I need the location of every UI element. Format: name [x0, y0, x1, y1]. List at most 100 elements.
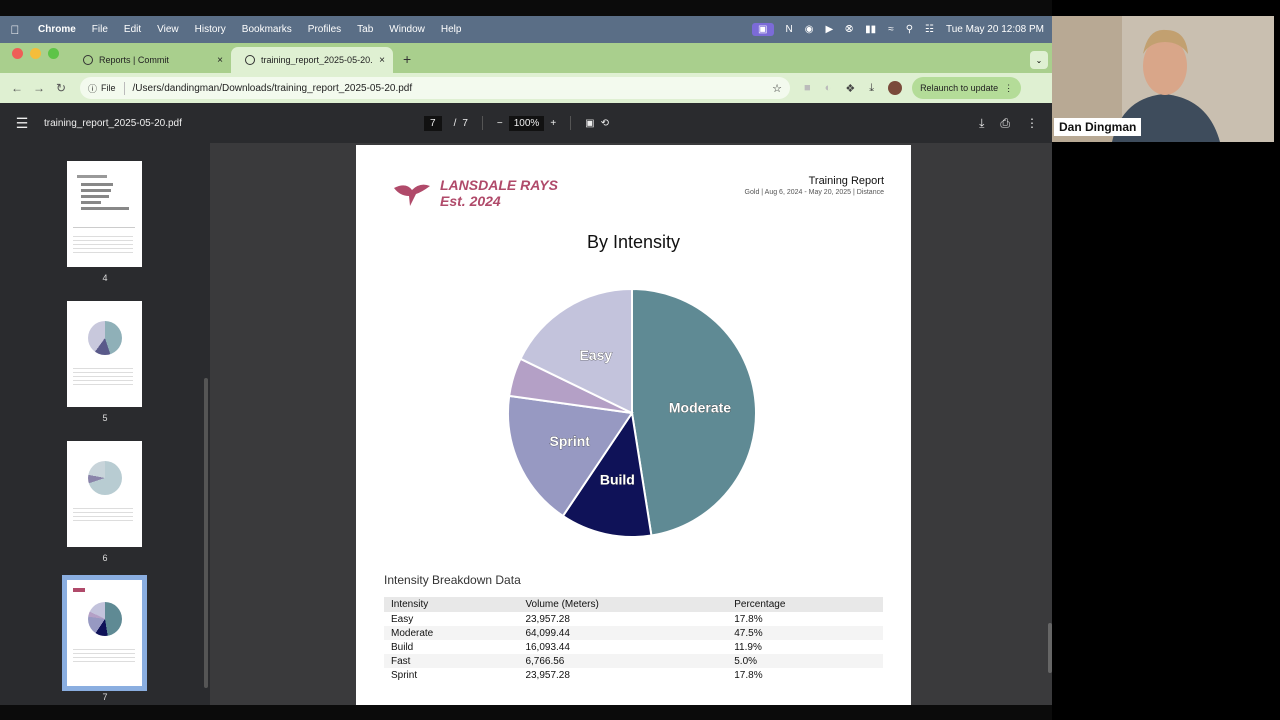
menu-bookmarks[interactable]: Bookmarks — [234, 24, 300, 35]
tab-reports-commit[interactable]: Reports | Commit × — [69, 47, 231, 73]
table-cell: 47.5% — [727, 626, 883, 640]
zoom-out-icon[interactable]: − — [497, 118, 503, 129]
menu-tab[interactable]: Tab — [349, 24, 381, 35]
tab-strip: Reports | Commit × training_report_2025-… — [0, 43, 1052, 73]
screen-share-icon[interactable]: ▣ — [752, 23, 774, 36]
table-cell: 17.8% — [734, 613, 763, 625]
pdf-filename: training_report_2025-05-20.pdf — [44, 117, 182, 129]
url-text[interactable]: /Users/dandingman/Downloads/training_rep… — [133, 83, 773, 94]
address-bar[interactable]: ⓘ File /Users/dandingman/Downloads/train… — [80, 77, 790, 99]
report-title: Training Report — [808, 175, 884, 187]
column-header: Percentage — [727, 597, 883, 612]
extensions-puzzle-icon[interactable]: ❖ — [845, 82, 855, 95]
thumbnail-image — [67, 301, 142, 407]
table-cell: 23,957.28 — [525, 669, 570, 681]
app-status-icon[interactable]: ◉ — [805, 24, 814, 35]
menu-clock[interactable]: Tue May 20 12:08 PM — [946, 24, 1044, 35]
close-window-button[interactable] — [12, 47, 23, 59]
spotlight-search-icon[interactable]: ⚲ — [906, 24, 913, 35]
download-icon[interactable]: ⤓ — [869, 82, 874, 95]
pie-label-easy: Easy — [579, 347, 612, 363]
forward-arrow-icon[interactable]: → — [28, 81, 50, 95]
scheme-label: File — [101, 83, 116, 93]
mac-menu-bar:  Chrome File Edit View History Bookmark… — [0, 16, 1052, 43]
apple-icon[interactable]:  — [0, 23, 30, 37]
pie-label-sprint: Sprint — [550, 433, 591, 449]
page-separator: / — [453, 117, 457, 129]
table-cell: Build — [391, 641, 414, 653]
table-header-row: Intensity Volume (Meters) Percentage — [384, 597, 883, 612]
thumbnail-image-selected — [62, 575, 147, 691]
table-section-title: Intensity Breakdown Data — [384, 573, 521, 587]
control-center-icon[interactable]: ☷ — [925, 24, 934, 35]
menu-hamburger-icon[interactable]: ☰ — [0, 115, 44, 132]
relaunch-update-button[interactable]: Relaunch to update ⋮ — [912, 77, 1022, 99]
fit-page-icon[interactable]: ▣ — [585, 118, 594, 129]
team-logo: LANSDALE RAYS Est. 2024 — [392, 177, 558, 209]
download-icon[interactable]: ⤓ — [979, 116, 984, 131]
wifi-icon[interactable]: ≈ — [888, 24, 894, 35]
tab-search-chevron-icon[interactable]: ⌄ — [1030, 51, 1048, 69]
thumbnail-number: 5 — [102, 413, 108, 423]
table-row: Easy 23,957.28 17.8% — [384, 612, 883, 626]
extension-icons: ■ ◐ ❖ ⤓ — [804, 82, 874, 95]
zoom-input[interactable]: 100% — [508, 115, 545, 131]
divider — [481, 116, 483, 130]
info-icon: ⓘ — [88, 83, 98, 94]
site-info-chip[interactable]: ⓘ File — [88, 81, 125, 95]
bookmark-star-icon[interactable]: ☆ — [772, 82, 782, 95]
tab-close-icon[interactable]: × — [379, 55, 385, 66]
tab-close-icon[interactable]: × — [217, 55, 223, 66]
tab-training-report[interactable]: training_report_2025-05-20... × — [231, 47, 393, 73]
reload-icon[interactable]: ↻ — [50, 81, 72, 95]
rotate-icon[interactable]: ⟲ — [601, 118, 609, 129]
report-header: Training Report Gold | Aug 6, 2024 - May… — [745, 175, 884, 196]
table-cell: Fast — [384, 654, 519, 668]
minimize-window-button[interactable] — [30, 47, 41, 59]
menu-help[interactable]: Help — [433, 24, 470, 35]
more-vertical-icon: ⋮ — [1004, 82, 1014, 93]
battery-icon[interactable]: ▮▮ — [865, 24, 876, 35]
column-header: Volume (Meters) — [518, 597, 728, 612]
profile-avatar[interactable] — [888, 81, 903, 95]
menu-profiles[interactable]: Profiles — [300, 24, 349, 35]
thumbnail-page-5[interactable]: 5 — [67, 301, 143, 423]
bluetooth-icon[interactable]: ⮿ — [845, 24, 853, 35]
menu-edit[interactable]: Edit — [116, 24, 149, 35]
zoom-in-icon[interactable]: + — [550, 118, 556, 129]
back-arrow-icon[interactable]: ← — [6, 81, 28, 95]
thumbnail-page-7[interactable]: 7 — [62, 575, 147, 702]
thumbnail-image — [67, 161, 142, 267]
menu-history[interactable]: History — [187, 24, 234, 35]
table-row: Sprint 23,957.28 17.8% — [384, 668, 883, 682]
tab-title: training_report_2025-05-20... — [261, 55, 374, 65]
print-icon[interactable]: ⎙ — [1000, 116, 1010, 131]
menu-app-chrome[interactable]: Chrome — [30, 24, 84, 35]
menu-file[interactable]: File — [84, 24, 116, 35]
window-controls — [0, 47, 69, 69]
table-cell: Moderate — [384, 626, 519, 640]
thumbnail-page-6[interactable]: 6 — [67, 441, 143, 563]
notion-icon[interactable]: N — [786, 24, 793, 35]
menu-status-area: ▣ N ◉ ▶ ⮿ ▮▮ ≈ ⚲ ☷ Tue May 20 12:08 PM — [752, 23, 1052, 36]
extension-icon[interactable]: ■ — [804, 82, 811, 95]
intensity-breakdown-table: Intensity Volume (Meters) Percentage Eas… — [384, 597, 883, 682]
page-number-input[interactable]: 7 — [424, 115, 442, 131]
play-icon[interactable]: ▶ — [825, 24, 833, 35]
pdf-actions: ⤓ ⎙ ⋮ — [979, 116, 1052, 131]
more-vertical-icon[interactable]: ⋮ — [1026, 116, 1038, 131]
tab-favicon-icon — [83, 55, 93, 65]
new-tab-plus-icon[interactable]: + — [393, 51, 421, 73]
pie-label-build: Build — [600, 472, 635, 488]
thumbnail-page-4[interactable]: 4 — [67, 161, 143, 283]
zoom-window-button[interactable] — [48, 47, 59, 59]
table-row: Build 16,093.44 11.9% — [384, 640, 883, 654]
extension-icon[interactable]: ◐ — [825, 82, 832, 95]
thumbnail-sidebar: 4 5 6 7 — [0, 143, 210, 705]
logo-line-2: Est. 2024 — [440, 193, 501, 209]
menu-view[interactable]: View — [149, 24, 187, 35]
column-header: Intensity — [384, 597, 519, 612]
menu-window[interactable]: Window — [381, 24, 433, 35]
thumbnail-number: 4 — [102, 273, 108, 283]
sidebar-scrollbar[interactable] — [204, 378, 208, 688]
